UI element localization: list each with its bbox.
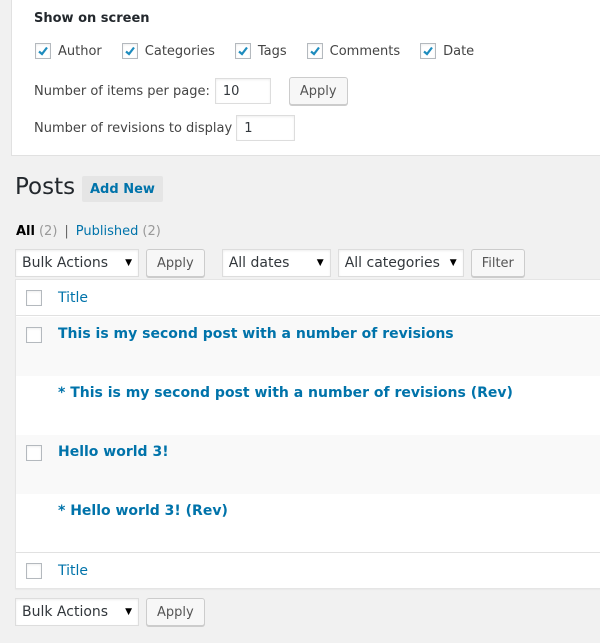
- bulk-actions-select-bottom[interactable]: Bulk Actions ▼: [15, 598, 139, 626]
- table-row: This is my second post with a number of …: [16, 317, 600, 376]
- checkbox-author[interactable]: [35, 43, 51, 59]
- column-toggle-tags[interactable]: Tags: [234, 43, 287, 59]
- column-footer-title[interactable]: Title: [58, 563, 88, 579]
- table-row-revision: * This is my second post with a number o…: [16, 376, 600, 435]
- filter-published-count: (2): [142, 224, 161, 239]
- filter-separator: |: [64, 224, 69, 239]
- filter-published[interactable]: Published (2): [76, 224, 161, 239]
- status-filters: All (2) | Published (2): [16, 224, 161, 239]
- posts-table: Title This is my second post with a numb…: [15, 279, 600, 589]
- bulk-apply-button-bottom[interactable]: Apply: [146, 598, 205, 626]
- filter-all-count: (2): [38, 224, 58, 239]
- row-checkbox[interactable]: [26, 327, 42, 343]
- column-toggle-label: Comments: [329, 43, 401, 59]
- checkmark-icon: [423, 46, 433, 56]
- items-per-page-row: Number of items per page: 10 Apply: [34, 77, 348, 105]
- revision-title-link[interactable]: * Hello world 3! (Rev): [58, 503, 228, 519]
- checkmark-icon: [38, 46, 48, 56]
- revisions-row: Number of revisions to display 1: [34, 115, 296, 141]
- checkmark-icon: [238, 46, 248, 56]
- column-toggle-categories[interactable]: Categories: [121, 43, 215, 59]
- add-new-button[interactable]: Add New: [82, 176, 163, 202]
- post-title-link[interactable]: Hello world 3!: [58, 444, 169, 460]
- dropdown-arrow-icon: ▼: [449, 258, 457, 268]
- dropdown-arrow-icon: ▼: [125, 607, 132, 617]
- bulk-actions-select[interactable]: Bulk Actions ▼: [15, 249, 139, 277]
- checkmark-icon: [125, 46, 135, 56]
- screen-options-panel: Show on screen Author Categories Tags Co…: [11, 0, 600, 156]
- revision-title-link[interactable]: * This is my second post with a number o…: [58, 385, 513, 401]
- bulk-apply-button[interactable]: Apply: [146, 249, 205, 277]
- post-title-link[interactable]: This is my second post with a number of …: [58, 326, 454, 342]
- table-row-revision: * Hello world 3! (Rev): [16, 494, 600, 553]
- checkbox-comments[interactable]: [306, 43, 323, 59]
- column-toggle-author[interactable]: Author: [35, 43, 102, 59]
- filter-all-label[interactable]: All: [16, 224, 35, 239]
- table-footer: Title: [16, 552, 600, 588]
- revisions-label: Number of revisions to display: [34, 120, 233, 136]
- checkbox-tags[interactable]: [234, 43, 251, 59]
- filter-button[interactable]: Filter: [470, 249, 525, 277]
- categories-filter-select[interactable]: All categories ▼: [337, 249, 464, 277]
- select-all-checkbox[interactable]: [26, 289, 42, 306]
- categories-filter-value: All categories: [344, 255, 440, 271]
- dropdown-arrow-icon: ▼: [125, 258, 132, 268]
- row-checkbox[interactable]: [26, 445, 42, 461]
- checkmark-icon: [309, 46, 320, 56]
- column-toggle-label: Author: [58, 43, 102, 59]
- tablenav-top: Bulk Actions ▼ Apply All dates ▼ All cat…: [15, 249, 525, 277]
- filter-all[interactable]: All (2): [16, 224, 57, 239]
- filter-published-label[interactable]: Published: [76, 224, 139, 239]
- revisions-input[interactable]: 1: [236, 115, 296, 141]
- tablenav-bottom: Bulk Actions ▼ Apply: [15, 598, 205, 626]
- select-all-checkbox-footer[interactable]: [26, 562, 42, 579]
- table-header: Title: [16, 280, 600, 316]
- column-toggle-label: Date: [443, 43, 475, 59]
- dropdown-arrow-icon: ▼: [316, 258, 324, 268]
- dates-filter-value: All dates: [228, 255, 290, 271]
- items-per-page-label: Number of items per page:: [34, 83, 210, 99]
- page-title: Posts: [15, 174, 76, 200]
- items-per-page-input[interactable]: 10: [214, 78, 271, 104]
- dates-filter-select[interactable]: All dates ▼: [221, 249, 331, 277]
- bulk-actions-value: Bulk Actions: [22, 255, 109, 271]
- column-toggles: Author Categories Tags Comments Date: [35, 43, 494, 59]
- table-row: Hello world 3!: [16, 435, 600, 494]
- screen-options-apply-button[interactable]: Apply: [288, 77, 348, 105]
- column-toggle-comments[interactable]: Comments: [306, 43, 401, 59]
- column-header-title[interactable]: Title: [58, 290, 88, 306]
- column-toggle-label: Tags: [257, 43, 287, 59]
- checkbox-categories[interactable]: [121, 43, 138, 59]
- column-toggle-label: Categories: [144, 43, 215, 59]
- screen-options-title: Show on screen: [34, 11, 150, 26]
- column-toggle-date[interactable]: Date: [420, 43, 474, 59]
- bulk-actions-value: Bulk Actions: [22, 604, 109, 620]
- checkbox-date[interactable]: [420, 43, 437, 59]
